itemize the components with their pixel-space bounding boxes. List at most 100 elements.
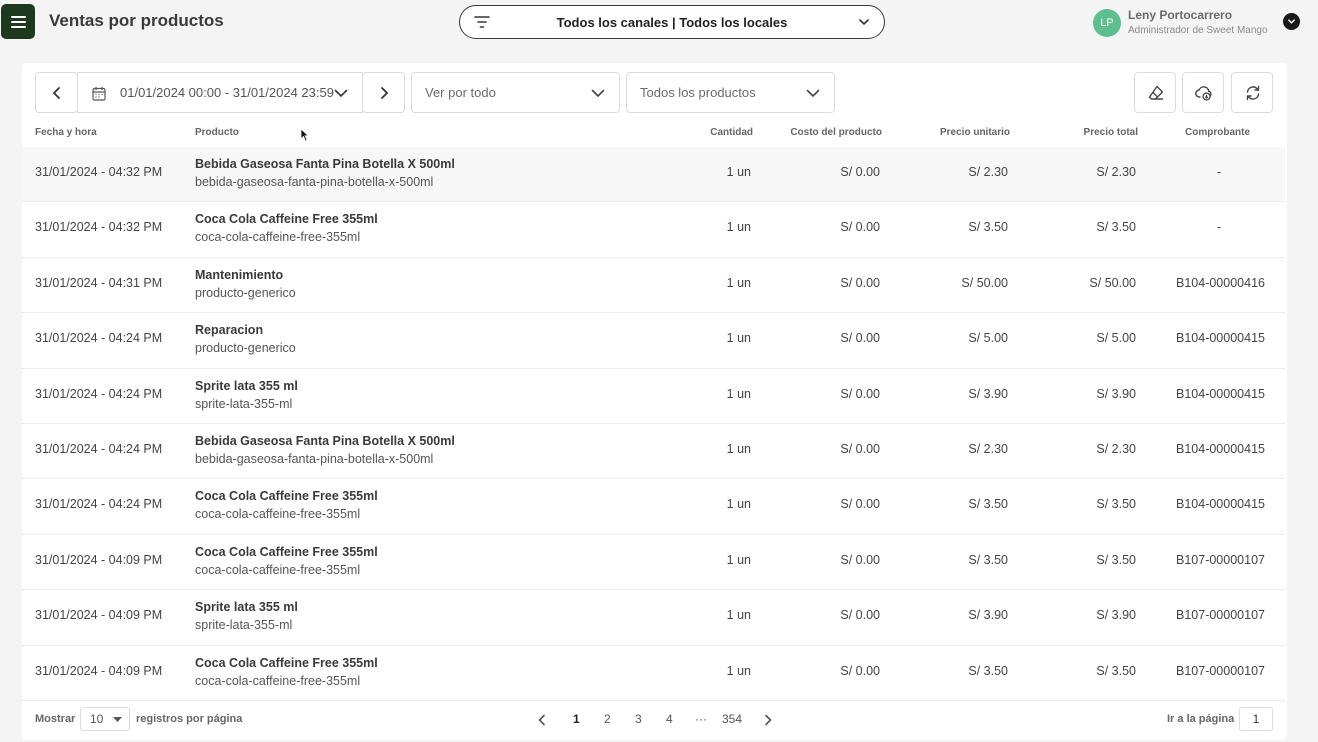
user-menu[interactable]: LP Leny Portocarrero Administrador de Sw… xyxy=(1093,7,1318,39)
chevron-down-icon xyxy=(806,89,820,98)
refresh-icon xyxy=(1246,85,1260,101)
cell-total-price: S/ 3.50 xyxy=(1096,663,1136,678)
cell-product-name: Coca Cola Caffeine Free 355ml xyxy=(195,489,378,504)
user-menu-toggle[interactable] xyxy=(1283,13,1300,30)
cell-total-price: S/ 2.30 xyxy=(1096,165,1136,179)
per-page-select[interactable]: 10 xyxy=(80,707,130,731)
column-header-unit-price[interactable]: Precio unitario xyxy=(940,127,1010,138)
goto-page-input[interactable]: 1 xyxy=(1239,707,1273,731)
cell-date: 31/01/2024 - 04:09 PM xyxy=(35,552,163,567)
table-row[interactable]: 31/01/2024 - 04:09 PM Sprite lata 355 ml s… xyxy=(22,590,1285,646)
table-body: 31/01/2024 - 04:32 PM Bebida Gaseosa Fant… xyxy=(22,147,1287,701)
per-page-value: 10 xyxy=(90,712,104,726)
column-header-receipt[interactable]: Comprobante xyxy=(1185,127,1250,138)
date-range-picker[interactable]: 01/01/2024 00:00 - 31/01/2024 23:59 xyxy=(77,72,363,113)
chevron-left-icon[interactable] xyxy=(538,714,546,726)
cell-total-price: S/ 3.50 xyxy=(1096,497,1136,512)
column-header-product[interactable]: Producto xyxy=(195,127,239,138)
cell-product-slug: coca-cola-caffeine-free-355ml xyxy=(195,230,361,245)
user-name: Leny Portocarrero xyxy=(1128,8,1233,22)
cell-date: 31/01/2024 - 04:09 PM xyxy=(35,608,163,623)
table-row[interactable]: 31/01/2024 - 04:09 PM Coca Cola Caffeine … xyxy=(22,535,1285,591)
report-card: 01/01/2024 00:00 - 31/01/2024 23:59 Ver … xyxy=(22,63,1287,740)
cell-date: 31/01/2024 - 04:24 PM xyxy=(35,497,163,512)
cell-product-slug: bebida-gaseosa-fanta-pina-botella-x-500m… xyxy=(195,175,434,189)
cell-product-name: Coca Cola Caffeine Free 355ml xyxy=(195,655,378,670)
cell-unit-price: S/ 3.50 xyxy=(968,497,1008,512)
cell-unit-price: S/ 2.30 xyxy=(968,165,1008,179)
product-select[interactable]: Todos los productos xyxy=(626,72,835,113)
chevron-right-icon[interactable] xyxy=(764,714,772,726)
show-label: Mostrar xyxy=(35,713,76,725)
cell-total-price: S/ 3.90 xyxy=(1096,608,1136,623)
cell-unit-price: S/ 2.30 xyxy=(968,441,1008,456)
cell-cost: S/ 0.00 xyxy=(840,331,880,346)
cell-receipt: B107-00000107 xyxy=(1176,608,1265,623)
cell-product-name: Bebida Gaseosa Fanta Pina Botella X 500m… xyxy=(195,433,455,448)
next-period-button[interactable] xyxy=(362,72,405,113)
cell-unit-price: S/ 50.00 xyxy=(961,275,1008,290)
cell-quantity: 1 un xyxy=(726,220,751,235)
cell-cost: S/ 0.00 xyxy=(840,441,880,456)
cell-cost: S/ 0.00 xyxy=(840,220,880,235)
cell-unit-price: S/ 3.50 xyxy=(968,552,1008,567)
cell-quantity: 1 un xyxy=(726,663,751,678)
cell-receipt: B104-00000415 xyxy=(1176,497,1265,512)
cell-receipt: B104-00000415 xyxy=(1176,441,1265,456)
cell-cost: S/ 0.00 xyxy=(840,497,880,512)
table-header: Fecha y hora Producto Cantidad Costo del… xyxy=(22,123,1287,146)
table-row[interactable]: 31/01/2024 - 04:32 PM Coca Cola Caffeine … xyxy=(22,202,1285,258)
cell-receipt: B107-00000107 xyxy=(1176,663,1265,678)
prev-period-button[interactable] xyxy=(35,72,78,113)
cell-quantity: 1 un xyxy=(726,552,751,567)
cell-total-price: S/ 3.90 xyxy=(1096,386,1136,401)
column-header-date[interactable]: Fecha y hora xyxy=(35,127,97,138)
table-row[interactable]: 31/01/2024 - 04:24 PM Sprite lata 355 ml s… xyxy=(22,369,1285,424)
cell-product-name: Coca Cola Caffeine Free 355ml xyxy=(195,212,378,227)
table-row[interactable]: 31/01/2024 - 04:09 PM Coca Cola Caffeine … xyxy=(22,646,1285,701)
page-2[interactable]: 2 xyxy=(604,712,611,726)
refresh-button[interactable] xyxy=(1231,72,1273,113)
table-row[interactable]: 31/01/2024 - 04:24 PM Bebida Gaseosa Fant… xyxy=(22,424,1285,480)
cell-product-slug: bebida-gaseosa-fanta-pina-botella-x-500m… xyxy=(195,451,434,466)
table-footer: Mostrar 10 registros por página 1 2 3 4 … xyxy=(22,703,1287,740)
download-button[interactable] xyxy=(1182,72,1224,113)
page-last[interactable]: 354 xyxy=(722,712,742,726)
cell-unit-price: S/ 3.50 xyxy=(968,663,1008,678)
column-header-quantity[interactable]: Cantidad xyxy=(710,127,753,138)
cell-unit-price: S/ 3.50 xyxy=(968,220,1008,235)
column-header-cost[interactable]: Costo del producto xyxy=(790,127,882,138)
per-page-label: registros por página xyxy=(136,713,243,725)
menu-icon[interactable] xyxy=(1,4,35,39)
cell-cost: S/ 0.00 xyxy=(840,663,880,678)
goto-page-label: Ir a la página xyxy=(1167,713,1235,725)
page-4[interactable]: 4 xyxy=(666,712,673,726)
cell-product-slug: sprite-lata-355-ml xyxy=(195,396,293,411)
mouse-pointer-icon xyxy=(300,128,310,142)
page-1[interactable]: 1 xyxy=(573,712,580,726)
page-3[interactable]: 3 xyxy=(635,712,642,726)
cell-product-slug: coca-cola-caffeine-free-355ml xyxy=(195,673,361,688)
table-row[interactable]: 31/01/2024 - 04:24 PM Reparacion producto-… xyxy=(22,313,1285,369)
table-row[interactable]: 31/01/2024 - 04:24 PM Coca Cola Caffeine … xyxy=(22,479,1285,535)
cell-cost: S/ 0.00 xyxy=(840,386,880,401)
view-by-select[interactable]: Ver por todo xyxy=(411,72,620,113)
cell-cost: S/ 0.00 xyxy=(840,608,880,623)
view-by-value: Ver por todo xyxy=(425,85,496,100)
clear-filters-button[interactable] xyxy=(1134,72,1176,113)
table-row[interactable]: 31/01/2024 - 04:32 PM Bebida Gaseosa Fant… xyxy=(22,147,1285,203)
cell-product-slug: coca-cola-caffeine-free-355ml xyxy=(195,562,361,577)
column-header-total-price[interactable]: Precio total xyxy=(1084,127,1138,138)
chevron-left-icon xyxy=(52,86,60,99)
chevron-down-icon xyxy=(1288,19,1295,24)
cell-cost: S/ 0.00 xyxy=(840,275,880,290)
channel-filter-dropdown[interactable]: Todos los canales | Todos los locales xyxy=(459,5,885,39)
cell-quantity: 1 un xyxy=(726,608,751,623)
cell-unit-price: S/ 5.00 xyxy=(968,331,1008,346)
cell-product-slug: sprite-lata-355-ml xyxy=(195,618,293,633)
cell-total-price: S/ 3.50 xyxy=(1096,220,1136,235)
cell-date: 31/01/2024 - 04:31 PM xyxy=(35,275,163,290)
cell-receipt: B104-00000415 xyxy=(1176,386,1265,401)
table-row[interactable]: 31/01/2024 - 04:31 PM Mantenimiento produc… xyxy=(22,258,1285,314)
cell-total-price: S/ 50.00 xyxy=(1089,275,1136,290)
